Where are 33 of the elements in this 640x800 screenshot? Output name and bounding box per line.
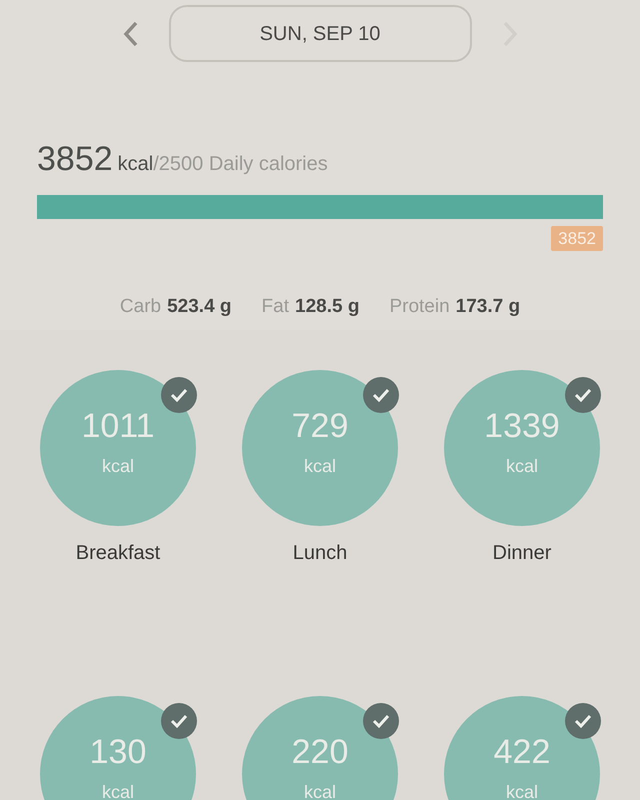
meal-name: Dinner: [492, 541, 552, 566]
macro-value: 128.5 g: [295, 295, 360, 319]
meal-unit: kcal: [304, 454, 336, 478]
macro-label: Fat: [262, 295, 289, 319]
checkmark-icon: [170, 714, 188, 728]
macro-value: 523.4 g: [167, 295, 232, 319]
meal-unit: kcal: [506, 780, 538, 800]
meal-unit: kcal: [304, 780, 336, 800]
chevron-left-icon: [122, 20, 138, 46]
date-button[interactable]: SUN, SEP 10: [168, 5, 472, 62]
calorie-unit: kcal: [118, 152, 154, 177]
calorie-total: 3852: [37, 139, 113, 180]
checkmark-icon: [372, 714, 390, 728]
meal-calories: 220: [292, 734, 348, 768]
macro-label: Carb: [120, 295, 162, 319]
macro-value: 173.7 g: [456, 295, 520, 319]
checkmark-icon: [574, 714, 592, 728]
meal-name: Lunch: [292, 541, 348, 566]
meal-unit: kcal: [102, 454, 134, 478]
macro-label: Protein: [389, 295, 450, 319]
meal-unit: kcal: [102, 780, 134, 800]
daily-goal: /2500 Daily calories: [153, 152, 328, 177]
calorie-marker: 3852: [551, 226, 603, 251]
meal-calories: 130: [90, 734, 146, 768]
meal-calories: 729: [292, 408, 348, 442]
meal-unit: kcal: [506, 454, 538, 478]
meal-calories: 1339: [484, 408, 560, 442]
meal-name: Breakfast: [76, 541, 160, 566]
checkmark-icon: [574, 388, 592, 402]
checkmark-icon: [372, 388, 390, 402]
meal-calories: 422: [494, 734, 550, 768]
meal-calories: 1011: [81, 408, 155, 442]
checkmark-icon: [170, 388, 188, 402]
